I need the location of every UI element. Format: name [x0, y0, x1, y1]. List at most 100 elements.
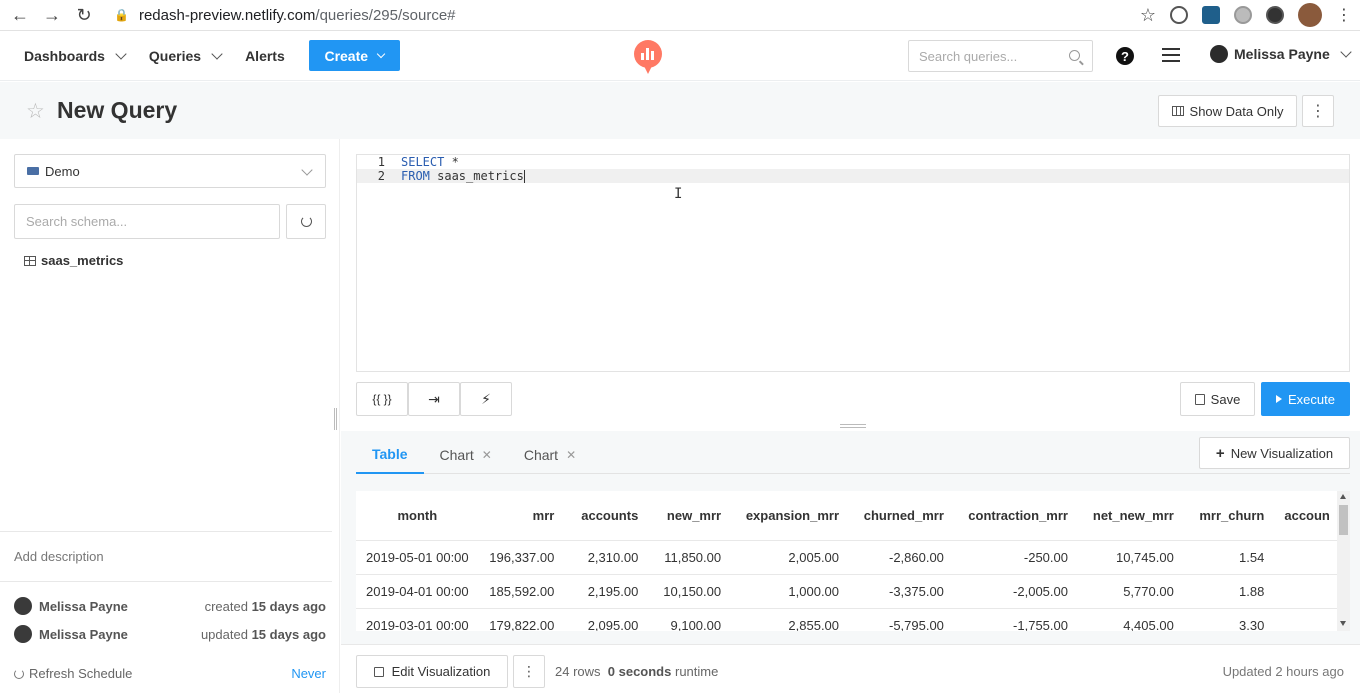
schema-table-name: saas_metrics — [41, 253, 124, 268]
chevron-down-icon — [376, 49, 386, 59]
menu-alerts[interactable]: Alerts — [245, 48, 285, 64]
table-cell: 2,310.00 — [564, 540, 649, 575]
search-queries-input[interactable]: Search queries... — [908, 40, 1093, 72]
created-action: created — [204, 598, 248, 614]
table-cell: 2,095.00 — [564, 608, 649, 631]
chevron-down-icon — [301, 164, 313, 176]
scroll-up-icon[interactable] — [1340, 494, 1346, 499]
sidebar-resize-handle[interactable] — [334, 408, 337, 430]
scroll-down-icon[interactable] — [1340, 621, 1346, 626]
refresh-schema-button[interactable] — [286, 204, 326, 239]
table-cell: 2019-03-01 00:00 — [356, 608, 479, 631]
table-row: 2019-05-01 00:00 196,337.00 2,310.00 11,… — [356, 540, 1350, 575]
add-parameter-button[interactable]: {{ }} — [356, 382, 408, 416]
sql-rest: saas_metrics — [429, 169, 524, 183]
runtime-value: 0 seconds — [607, 664, 672, 679]
column-header[interactable]: contraction_mrr — [953, 491, 1078, 541]
refresh-schedule-value[interactable]: Never — [291, 666, 326, 681]
column-header[interactable]: net_new_mrr — [1077, 491, 1184, 541]
bookmark-star-icon[interactable]: ☆ — [1140, 5, 1156, 26]
tab-chart-1[interactable]: Chart ✕ — [424, 436, 508, 474]
table-cell: 10,745.00 — [1077, 540, 1184, 575]
forward-icon[interactable]: → — [36, 3, 68, 27]
updated-label: updated 15 days ago — [201, 627, 326, 642]
browser-toolbar: ← → ↻ 🔒 redash-preview.netlify.com/queri… — [0, 0, 1360, 31]
react-devtools-icon[interactable] — [1202, 6, 1220, 24]
browser-menu-icon[interactable]: ⋮ — [1336, 5, 1352, 25]
save-button[interactable]: Save — [1180, 382, 1255, 416]
ibeam-cursor-icon: I — [674, 186, 683, 202]
table-scrollbar[interactable] — [1337, 491, 1350, 631]
user-name: Melissa Payne — [1234, 46, 1330, 62]
table-cell: 2019-05-01 00:00 — [356, 540, 479, 575]
redash-logo[interactable] — [634, 40, 662, 74]
settings-sliders-icon[interactable] — [1162, 48, 1180, 64]
address-bar[interactable]: redash-preview.netlify.com/queries/295/s… — [139, 7, 456, 24]
column-header[interactable]: new_mrr — [648, 491, 732, 541]
avatar — [14, 625, 32, 643]
column-header[interactable]: churned_mrr — [849, 491, 954, 541]
table-cell: 196,337.00 — [478, 540, 565, 575]
column-header[interactable]: accounts — [564, 491, 649, 541]
close-icon[interactable]: ✕ — [566, 448, 576, 462]
plus-icon: + — [1215, 444, 1225, 462]
menu-queries[interactable]: Queries — [149, 47, 223, 64]
divider — [0, 531, 332, 532]
schema-table-item[interactable]: saas_metrics — [24, 253, 123, 268]
add-description-link[interactable]: Add description — [14, 549, 104, 564]
datasource-select[interactable]: Demo — [14, 154, 326, 188]
updated-by-row: Melissa Payne updated 15 days ago — [14, 625, 326, 643]
menu-dashboards[interactable]: Dashboards — [24, 47, 127, 64]
help-icon[interactable]: ? — [1116, 47, 1134, 65]
table-cell: -3,375.00 — [849, 574, 954, 609]
extension-icon-2[interactable] — [1234, 6, 1252, 24]
table-cell: 2,005.00 — [731, 540, 850, 575]
table-cell: 3.30 — [1183, 608, 1275, 631]
play-icon — [1276, 395, 1282, 403]
edit-visualization-button[interactable]: Edit Visualization — [356, 655, 508, 688]
schema-search-input[interactable]: Search schema... — [14, 204, 280, 239]
column-header[interactable]: mrr_churn — [1183, 491, 1275, 541]
reload-icon[interactable]: ↻ — [68, 3, 100, 27]
show-data-label: Show Data Only — [1189, 103, 1284, 119]
create-button[interactable]: Create — [308, 40, 400, 71]
table-cell: 11,850.00 — [648, 540, 732, 575]
table-cell: 1.54 — [1183, 540, 1275, 575]
chevron-down-icon — [211, 47, 223, 60]
code-text: SELECT * — [401, 155, 459, 169]
table-icon — [24, 255, 36, 266]
more-actions-button[interactable]: ⋮ — [1302, 95, 1334, 127]
created-by-row: Melissa Payne created 15 days ago — [14, 597, 326, 615]
lightning-icon: ⚡ — [481, 390, 491, 407]
column-header[interactable]: expansion_mrr — [731, 491, 850, 541]
format-query-button[interactable]: ⇥ — [408, 382, 460, 416]
page-title[interactable]: New Query — [57, 97, 177, 124]
browser-profile-avatar[interactable] — [1298, 3, 1322, 27]
new-visualization-button[interactable]: + New Visualization — [1199, 437, 1350, 469]
scrollbar-thumb[interactable] — [1339, 505, 1348, 535]
menu-dashboards-label: Dashboards — [24, 47, 105, 64]
avatar — [14, 597, 32, 615]
tab-table[interactable]: Table — [356, 436, 424, 474]
visualization-more-button[interactable]: ⋮ — [513, 655, 545, 688]
execute-button[interactable]: Execute — [1261, 382, 1350, 416]
editor-resize-handle[interactable] — [840, 424, 866, 428]
back-icon[interactable]: ← — [4, 3, 36, 27]
autocomplete-toggle-button[interactable]: ⚡ — [460, 382, 512, 416]
close-icon[interactable]: ✕ — [482, 448, 492, 462]
show-data-only-button[interactable]: Show Data Only — [1158, 95, 1297, 127]
query-editor[interactable]: 1 SELECT * 2 FROM saas_metrics — [356, 154, 1350, 372]
sql-rest: * — [444, 155, 459, 169]
extension-icon[interactable] — [1170, 6, 1188, 24]
results-table-container[interactable]: month mrr accounts new_mrr expansion_mrr… — [356, 491, 1350, 631]
column-header[interactable]: month — [356, 491, 479, 541]
user-menu[interactable]: Melissa Payne — [1210, 45, 1352, 63]
favorite-star-icon[interactable]: ☆ — [26, 99, 45, 124]
sql-keyword: SELECT — [401, 155, 445, 169]
table-cell: -5,795.00 — [849, 608, 954, 631]
column-header[interactable]: mrr — [478, 491, 565, 541]
datasource-icon — [27, 167, 39, 175]
extension-icon-3[interactable] — [1266, 6, 1284, 24]
tab-chart-2[interactable]: Chart ✕ — [508, 436, 592, 474]
table-cell: -1,755.00 — [953, 608, 1078, 631]
